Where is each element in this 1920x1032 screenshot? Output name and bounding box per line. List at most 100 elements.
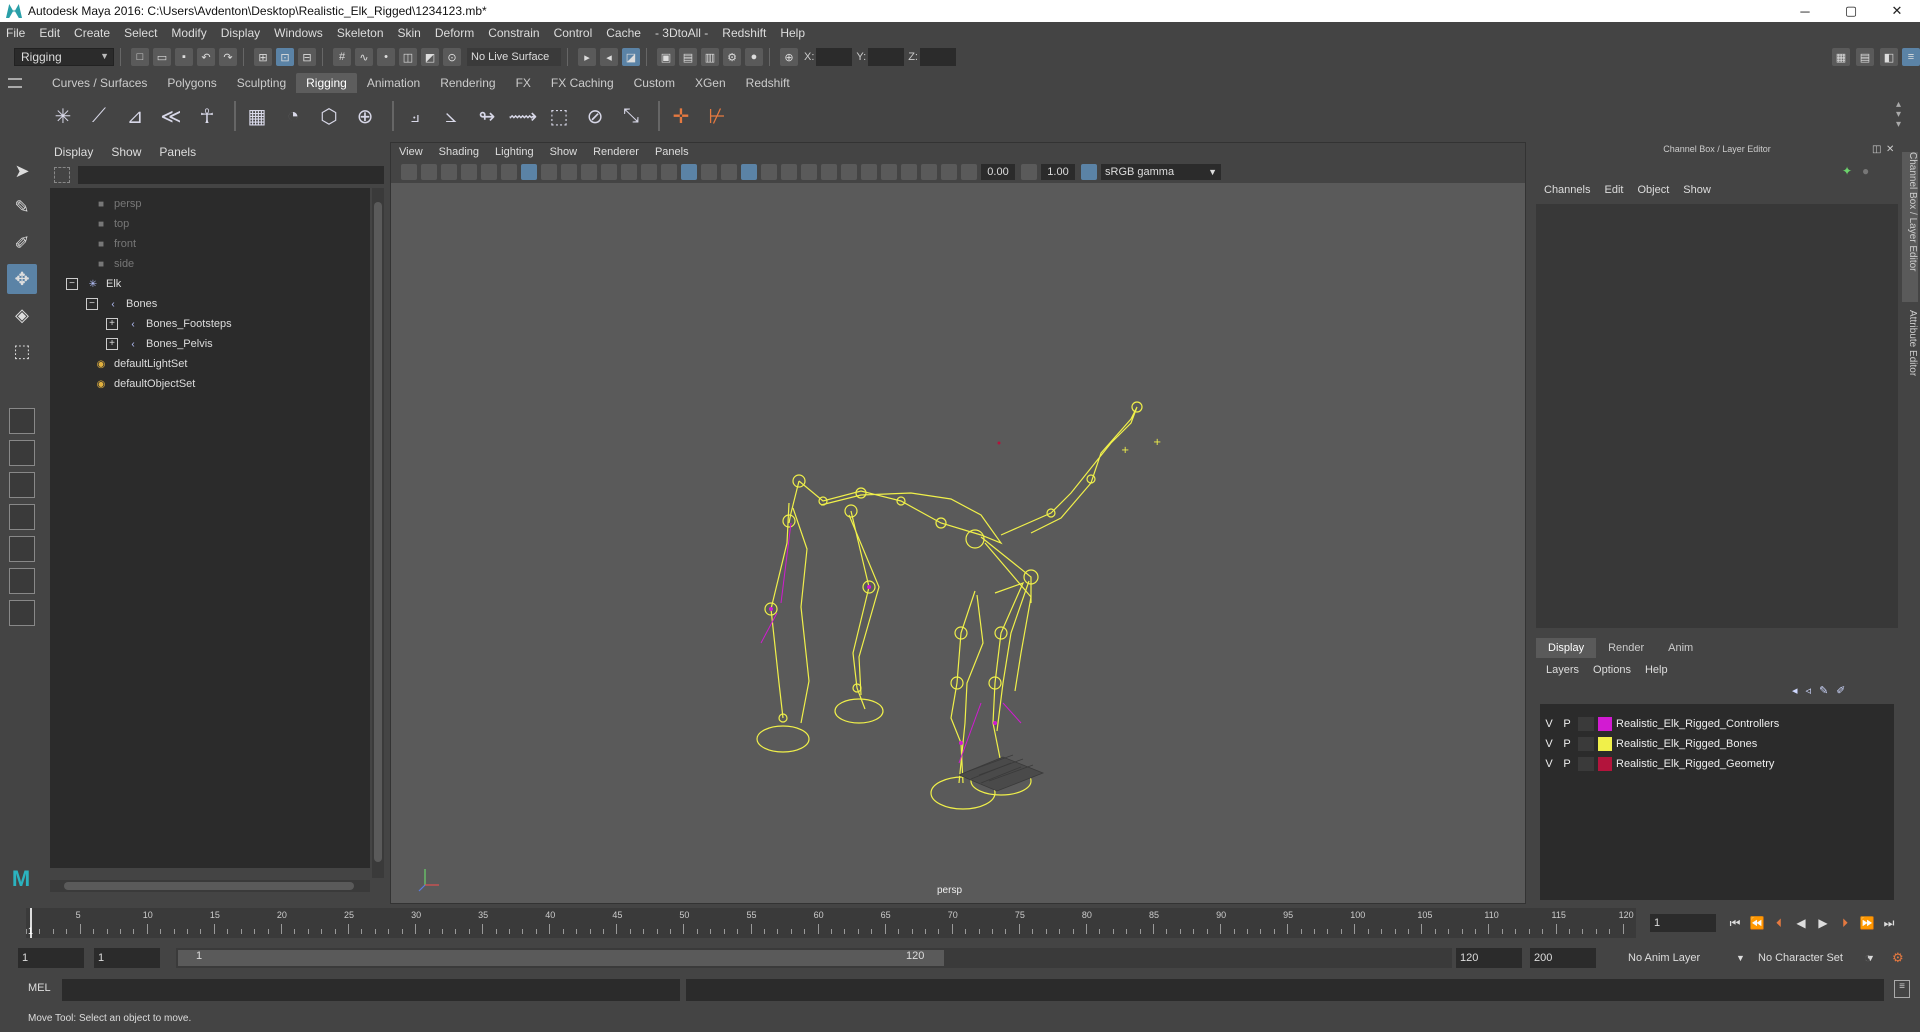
outliner-menu-display[interactable]: Display (54, 145, 93, 159)
safe-action-icon[interactable] (621, 164, 637, 180)
tab-render-layers[interactable]: Render (1596, 638, 1656, 658)
outliner-horizontal-scrollbar[interactable] (50, 880, 370, 892)
select-component-icon[interactable]: ⊟ (298, 48, 316, 66)
safe-title-icon[interactable] (641, 164, 657, 180)
menu-redshift[interactable]: Redshift (722, 26, 766, 40)
auto-key-icon[interactable]: ◔ (1864, 950, 1872, 965)
tool-settings-icon[interactable]: ◧ (1880, 48, 1898, 66)
lattice-icon[interactable]: ⬡ (314, 101, 344, 131)
outliner-menu-show[interactable]: Show (111, 145, 141, 159)
layer-row-geometry[interactable]: V P Realistic_Elk_Rigged_Geometry (1540, 754, 1894, 774)
layer-row-bones[interactable]: V P Realistic_Elk_Rigged_Bones (1540, 734, 1894, 754)
snap-surface-icon[interactable]: ◩ (421, 48, 439, 66)
orient-joint-icon[interactable]: ≪ (156, 101, 186, 131)
outliner-item-front[interactable]: ■ front (94, 234, 136, 254)
motion-blur-icon[interactable] (821, 164, 837, 180)
curve-warp-icon[interactable]: ⟿ (508, 101, 538, 131)
outliner-vertical-scrollbar[interactable] (372, 188, 384, 878)
character-set-dropdown[interactable]: No Character Set ▼ (1754, 948, 1875, 968)
textured-icon[interactable] (741, 164, 757, 180)
outliner-search-input[interactable] (78, 166, 384, 184)
le-menu-options[interactable]: Options (1593, 664, 1631, 676)
construction-history-icon[interactable]: ◪ (622, 48, 640, 66)
ik-spline-icon[interactable]: ⦣ (436, 101, 466, 131)
perspective-viewport[interactable]: View Shading Lighting Show Renderer Pane… (390, 142, 1526, 904)
redo-icon[interactable]: ↷ (219, 48, 237, 66)
modeling-toolkit-icon[interactable]: ▦ (1832, 48, 1850, 66)
xray-joints-icon[interactable] (921, 164, 937, 180)
select-hierarchy-icon[interactable]: ⊞ (254, 48, 272, 66)
undo-icon[interactable]: ↶ (197, 48, 215, 66)
snap-grid-icon[interactable]: # (333, 48, 351, 66)
viewport-canvas[interactable]: + + (391, 183, 1525, 903)
new-layer-selected-icon[interactable]: ✎ (1819, 684, 1828, 697)
expand-icon[interactable]: + (106, 318, 118, 330)
viewport-menu-lighting[interactable]: Lighting (495, 146, 534, 158)
layer-playback-toggle[interactable]: P (1558, 758, 1576, 770)
blend-shape-icon[interactable]: ⬚ (544, 101, 574, 131)
insert-joint-icon[interactable]: ⟋ (84, 101, 114, 131)
current-frame-field[interactable]: 1 (1650, 914, 1716, 932)
viewport-menu-view[interactable]: View (399, 146, 423, 158)
cb-menu-channels[interactable]: Channels (1544, 184, 1590, 196)
tab-anim-layers[interactable]: Anim (1656, 638, 1705, 658)
y-field[interactable] (868, 48, 905, 66)
menu-help[interactable]: Help (780, 26, 805, 40)
filter-icon[interactable] (54, 167, 70, 183)
four-view-layout-icon[interactable] (9, 440, 35, 466)
menu-file[interactable]: File (6, 26, 25, 40)
move-layer-down-icon[interactable]: ◃ (1806, 684, 1812, 697)
tab-display-layers[interactable]: Display (1536, 638, 1597, 658)
shelf-scroll-icon[interactable]: ▴ ▾ ▾ (1896, 100, 1901, 130)
float-panel-icon[interactable]: ◫ (1872, 144, 1881, 155)
view-transform-dropdown[interactable]: sRGB gamma ▼ (1101, 164, 1221, 180)
custom-layout-icon[interactable] (9, 600, 35, 626)
outliner-item-bones-pelvis[interactable]: + ‹ Bones_Pelvis (106, 334, 213, 354)
menu-select[interactable]: Select (124, 26, 157, 40)
gamma-icon[interactable] (1021, 164, 1037, 180)
attribute-editor-icon[interactable]: ▤ (1856, 48, 1874, 66)
wire-deformer-icon[interactable]: ⊘ (580, 101, 610, 131)
rotate-tool-icon[interactable]: ◈ (7, 300, 37, 330)
outliner-menu-panels[interactable]: Panels (159, 145, 196, 159)
persp-outliner-layout-icon[interactable] (9, 472, 35, 498)
anti-aliasing-icon[interactable] (841, 164, 857, 180)
wireframe-on-shaded-icon[interactable] (721, 164, 737, 180)
shelf-tab-polygons[interactable]: Polygons (157, 73, 226, 93)
snap-point-icon[interactable]: • (377, 48, 395, 66)
move-tool-icon[interactable]: ✥ (7, 264, 37, 294)
range-bar[interactable]: 1 120 (176, 948, 1452, 968)
live-surface-field[interactable]: No Live Surface (467, 48, 561, 66)
animation-start-field[interactable]: 1 (18, 948, 84, 968)
channel-box-options-icon[interactable]: ✦ (1842, 164, 1852, 178)
side-tab-channel-box[interactable]: Channel Box / Layer Editor (1902, 152, 1918, 302)
render-frame-icon[interactable]: ▤ (679, 48, 697, 66)
scrollbar-thumb[interactable] (374, 202, 382, 862)
menu-3dtoall[interactable]: - 3DtoAll - (655, 26, 708, 40)
cb-menu-show[interactable]: Show (1683, 184, 1711, 196)
x-field[interactable] (816, 48, 853, 66)
shelf-tab-rendering[interactable]: Rendering (430, 73, 505, 93)
cb-menu-object[interactable]: Object (1637, 184, 1669, 196)
maya-home-icon[interactable]: M (6, 866, 36, 892)
transform-mode-icon[interactable]: ⊕ (780, 48, 798, 66)
select-tool-icon[interactable]: ➤ (7, 156, 37, 186)
menu-constrain[interactable]: Constrain (488, 26, 539, 40)
animation-end-field[interactable]: 200 (1530, 948, 1596, 968)
layer-playback-toggle[interactable]: P (1558, 718, 1576, 730)
depth-of-field-icon[interactable] (861, 164, 877, 180)
menu-display[interactable]: Display (221, 26, 260, 40)
persp-graph-layout-icon[interactable] (9, 504, 35, 530)
menu-set-dropdown[interactable]: Rigging ▼ (14, 48, 114, 66)
shelf-tab-redshift[interactable]: Redshift (736, 73, 800, 93)
menu-control[interactable]: Control (554, 26, 593, 40)
cb-menu-edit[interactable]: Edit (1604, 184, 1623, 196)
shadows-icon[interactable] (781, 164, 797, 180)
film-gate-icon[interactable] (541, 164, 557, 180)
point-constraint-icon[interactable]: ✛ (666, 101, 696, 131)
time-ruler[interactable]: 5 10 15 20 25 30 35 40 45 50 55 60 65 70 75 80 85 90 95 100… (26, 908, 1636, 938)
close-panel-icon[interactable]: ✕ (1886, 144, 1894, 155)
grease-pencil-icon[interactable] (501, 164, 517, 180)
step-back-frame-icon[interactable]: ⏴ (1768, 912, 1790, 934)
snap-view-plane-icon[interactable]: ◫ (399, 48, 417, 66)
